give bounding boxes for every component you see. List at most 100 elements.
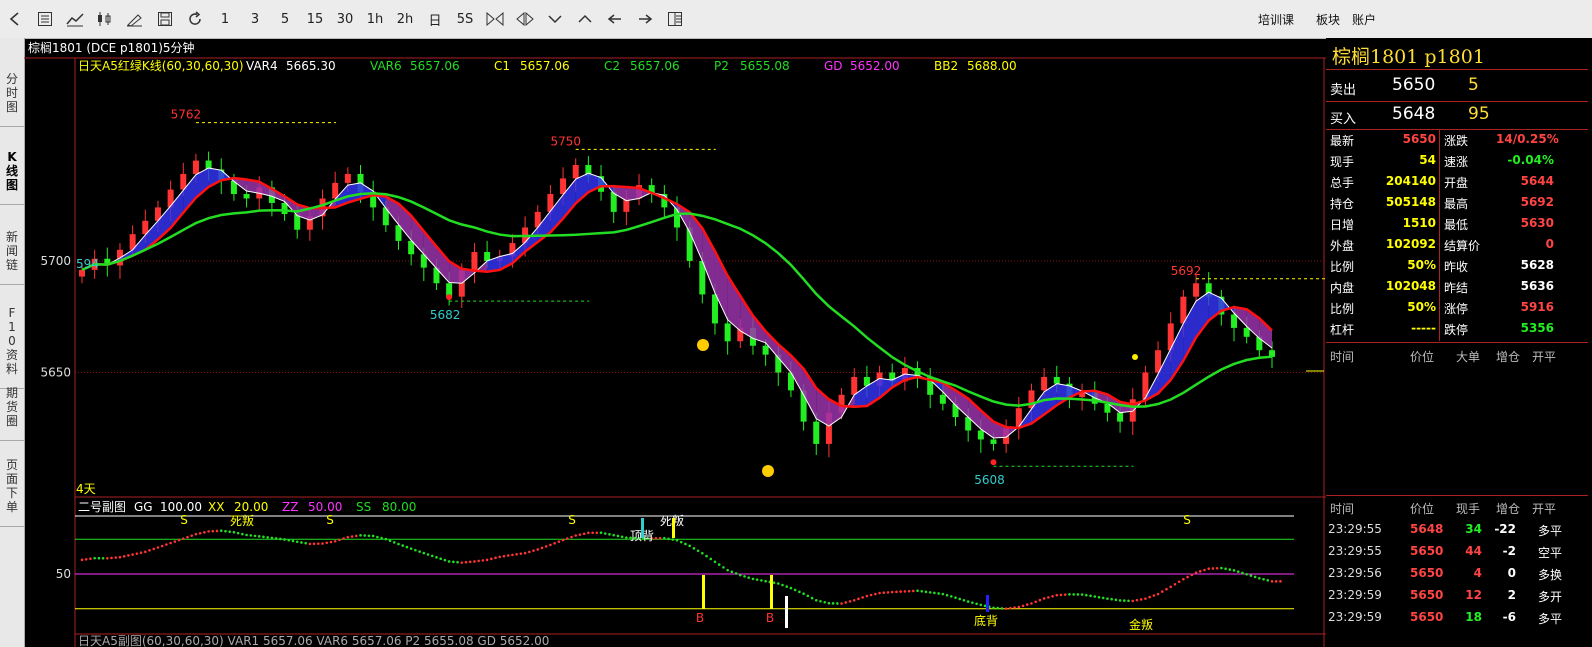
oscillator-dot <box>827 601 831 605</box>
oscillator-dot <box>861 596 864 599</box>
ask-label: 卖出 <box>1330 83 1357 98</box>
nav-tab-page-order[interactable]: 页面下单 <box>0 458 24 514</box>
oscillator-dot <box>198 531 202 535</box>
tick-header: 时间 <box>1330 502 1355 516</box>
oscillator-dot <box>1249 574 1253 577</box>
tick-type: 多开 <box>1538 590 1563 604</box>
oscillator-dot <box>755 578 759 581</box>
oscillator-dot <box>705 554 708 558</box>
oscillator-dot <box>928 591 932 594</box>
save-icon[interactable] <box>150 4 180 34</box>
signal-label: 底背 <box>974 613 998 628</box>
quote-field-value: ----- <box>1411 321 1436 335</box>
subchart-bottom-text: 日天A5副图(60,30,60,30) VAR1 5657.06 VAR6 56… <box>78 634 549 647</box>
big-order-header: 开平 <box>1532 350 1557 364</box>
quote-field-value: 102092 <box>1385 237 1436 251</box>
oscillator-dot <box>1093 595 1097 598</box>
grid-menu-icon[interactable] <box>30 4 60 34</box>
menu-account[interactable]: 账户 <box>1352 0 1376 38</box>
oscillator-dot <box>1089 594 1092 598</box>
nav-tab-news[interactable]: 新闻链 <box>0 230 24 272</box>
oscillator-dot <box>726 568 729 572</box>
oscillator-dot <box>317 542 320 545</box>
oscillator-dot <box>1220 566 1223 570</box>
candle-body <box>572 165 579 179</box>
left-edge-label: 594 <box>76 257 99 271</box>
oscillator-dot <box>409 547 413 550</box>
chevron-down-icon[interactable] <box>540 4 570 34</box>
oscillator-dot <box>751 577 755 581</box>
chart-area[interactable]: 棕榈1801 (DCE p1801)5分钟日天A5红绿K线(60,30,60,3… <box>24 38 1326 647</box>
period-2h-button[interactable]: 2h <box>390 4 420 34</box>
period-1h-button[interactable]: 1h <box>360 4 390 34</box>
arrow-right-icon[interactable] <box>630 4 660 34</box>
candle-body <box>1231 314 1238 328</box>
bid-label: 买入 <box>1330 112 1357 127</box>
oscillator-dot <box>1123 599 1126 602</box>
oscillator-dot <box>1085 593 1088 597</box>
tick-type: 空平 <box>1538 546 1563 560</box>
oscillator-dot <box>1198 570 1202 573</box>
oscillator-dot <box>722 566 725 569</box>
quote-field-value: 50% <box>1407 258 1436 272</box>
oscillator-dot <box>447 560 451 563</box>
zoom-in-icon[interactable] <box>480 4 510 34</box>
quote-field-label: 速涨 <box>1444 155 1469 169</box>
zoom-out-icon[interactable] <box>510 4 540 34</box>
candle-body <box>484 252 491 261</box>
subchart-param-value: 50.00 <box>308 500 342 514</box>
tick-volume: 34 <box>1465 522 1482 536</box>
oscillator-dot <box>823 600 826 604</box>
layout-panel-icon[interactable] <box>660 4 690 34</box>
candle-body <box>1193 283 1200 297</box>
indicator-value: 5688.00 <box>967 59 1017 73</box>
subchart-param-value: 20.00 <box>234 500 268 514</box>
tick-price: 5650 <box>1410 588 1444 602</box>
oscillator-dot <box>397 542 400 546</box>
draw-tool-icon[interactable] <box>120 4 150 34</box>
menu-training[interactable]: 培训课 <box>1258 0 1294 38</box>
nav-tab-futures-circle[interactable]: 期货圈 <box>0 386 24 428</box>
subchart-param-value: 80.00 <box>382 500 416 514</box>
oscillator-dot <box>760 579 763 582</box>
oscillator-dot <box>456 560 459 564</box>
oscillator-dot <box>570 535 573 539</box>
oscillator-dot <box>80 558 84 562</box>
refresh-icon[interactable] <box>180 4 210 34</box>
nav-tab-time-chart[interactable]: 分时图 <box>0 72 24 114</box>
oscillator-dot <box>224 529 227 533</box>
oscillator-dot <box>97 556 101 560</box>
oscillator-dot <box>435 556 438 559</box>
oscillator-dot <box>544 545 548 548</box>
signal-label: S <box>180 513 188 527</box>
back-arrow-icon[interactable] <box>0 4 30 34</box>
oscillator-dot <box>346 535 350 539</box>
chevron-up-icon[interactable] <box>570 4 600 34</box>
oscillator-dot <box>1169 585 1173 589</box>
line-chart-icon[interactable] <box>60 4 90 34</box>
period-5-button[interactable]: 5 <box>270 4 300 34</box>
toolbar: 1 3 5 15 30 1h 2h 日 5S 培训课 板块 账户 <box>0 0 1592 39</box>
period-15-button[interactable]: 15 <box>300 4 330 34</box>
menu-sectors[interactable]: 板块 <box>1316 0 1340 38</box>
oscillator-dot <box>831 602 835 605</box>
oscillator-dot <box>949 595 953 598</box>
period-day-button[interactable]: 日 <box>420 4 450 34</box>
oscillator-dot <box>418 550 421 553</box>
oscillator-dot <box>274 537 278 540</box>
quote-field-value: 505148 <box>1385 195 1436 209</box>
period-30-button[interactable]: 30 <box>330 4 360 34</box>
oscillator-dot <box>93 556 96 560</box>
nav-tab-k-chart[interactable]: K线图 <box>0 150 24 192</box>
period-1-button[interactable]: 1 <box>210 4 240 34</box>
ask-volume: 5 <box>1468 75 1479 95</box>
candle-body <box>762 345 769 355</box>
period-5s-button[interactable]: 5S <box>450 4 480 34</box>
quote-field-value: 5692 <box>1520 195 1554 209</box>
period-3-button[interactable]: 3 <box>240 4 270 34</box>
quote-field-label: 比例 <box>1330 302 1355 316</box>
candlestick-icon[interactable] <box>90 4 120 34</box>
oscillator-dot <box>443 558 447 562</box>
arrow-left-icon[interactable] <box>600 4 630 34</box>
nav-tab-f10[interactable]: F10资料 <box>0 306 24 376</box>
